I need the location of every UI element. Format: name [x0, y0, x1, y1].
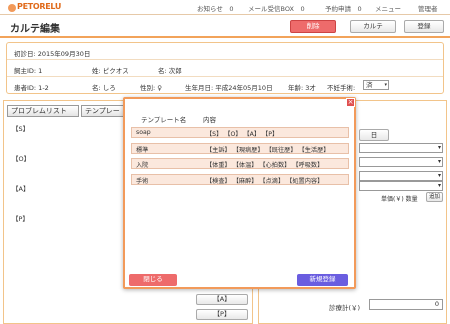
price-qty-label: 単価(￥) 数量: [381, 196, 418, 203]
owner-given-name: 名: 次郎: [158, 67, 182, 75]
nav-menu[interactable]: メニュー: [375, 3, 401, 13]
template-row[interactable]: 入院 【体重】 【体温】 【心拍数】 【呼吸数】: [131, 158, 349, 169]
karte-button[interactable]: カルテ: [350, 20, 396, 33]
close-button[interactable]: 閉じる: [129, 274, 177, 286]
petorelu-logo[interactable]: PETORELU: [6, 2, 62, 13]
new-template-button[interactable]: 新規登録: [297, 274, 348, 286]
nav-admin[interactable]: 管理者: [418, 3, 438, 13]
col-template-name: テンプレート名: [141, 116, 187, 124]
soap-o-label: 【O】: [12, 155, 31, 163]
delete-button[interactable]: 削除: [290, 20, 336, 33]
register-button[interactable]: 登録: [404, 20, 444, 33]
info-row-owner: 飼主ID: 1 姓: ピクオス 名: 次郎: [7, 60, 443, 77]
pet-name: 名: しろ: [92, 84, 116, 92]
template-button[interactable]: テンプレー: [81, 105, 126, 117]
template-row[interactable]: soap 【S】 【O】 【A】 【P】: [131, 127, 349, 138]
info-row-pet: 患者ID: 1-2 名: しろ 性別: ♀ 生年月日: 平成24年05月10日 …: [7, 77, 443, 94]
insert-p-button[interactable]: 【P】: [196, 309, 248, 320]
soap-p-label: 【P】: [12, 215, 29, 223]
billing-select-4[interactable]: [359, 181, 443, 191]
soap-a-label: 【A】: [12, 185, 30, 193]
insert-a-button[interactable]: 【A】: [196, 294, 248, 305]
neuter-select[interactable]: 済 ▾: [363, 80, 389, 90]
info-row-first-visit: 初診日: 2015年09月30日: [7, 43, 443, 60]
template-modal: × テンプレート名 内容 soap 【S】 【O】 【A】 【P】 標準 【主訴…: [123, 97, 356, 289]
soap-s-label: 【S】: [12, 125, 30, 133]
template-row[interactable]: 手術 【検査】 【麻酔】 【点滴】 【処置内容】: [131, 174, 349, 185]
billing-select-3[interactable]: [359, 171, 443, 181]
day-button[interactable]: 日: [359, 129, 389, 141]
title-bar: カルテ編集 削除 カルテ 登録: [0, 15, 450, 38]
owner-id: 飼主ID: 1: [14, 67, 43, 75]
template-row[interactable]: 標準 【主訴】 【現病歴】 【既往歴】 【生活歴】: [131, 143, 349, 154]
nav-mailbox[interactable]: メール受信BOX 0: [248, 3, 305, 13]
total-field[interactable]: 0: [369, 299, 443, 310]
top-bar: PETORELU お知らせ 0 メール受信BOX 0 予約申請 0 メニュー 管…: [0, 0, 450, 15]
owner-surname: 姓: ピクオス: [92, 67, 129, 75]
pet-birthday: 生年月日: 平成24年05月10日: [185, 84, 273, 92]
add-button[interactable]: 追加: [426, 192, 443, 202]
logo-paw-icon: [8, 4, 16, 12]
page-title: カルテ編集: [10, 24, 60, 35]
pet-sex: 性別: ♀: [140, 84, 163, 92]
close-icon[interactable]: ×: [346, 98, 355, 107]
patient-info: 初診日: 2015年09月30日 飼主ID: 1 姓: ピクオス 名: 次郎 患…: [6, 42, 444, 94]
neuter-label: 不妊手術:: [327, 84, 356, 92]
billing-select-1[interactable]: [359, 143, 443, 153]
pet-age: 年齢: 3才: [288, 84, 316, 92]
nav-news[interactable]: お知らせ 0: [197, 3, 234, 13]
chevron-down-icon: ▾: [384, 82, 387, 88]
billing-select-2[interactable]: [359, 157, 443, 167]
first-visit-date: 初診日: 2015年09月30日: [14, 50, 91, 58]
col-content: 内容: [203, 116, 216, 124]
total-label: 診療計(￥): [329, 304, 361, 312]
pet-id: 患者ID: 1-2: [14, 84, 49, 92]
logo-text: PETORELU: [17, 2, 62, 11]
problem-list-button[interactable]: プロブレムリスト: [7, 105, 79, 117]
nav-reservation[interactable]: 予約申請 0: [325, 3, 362, 13]
